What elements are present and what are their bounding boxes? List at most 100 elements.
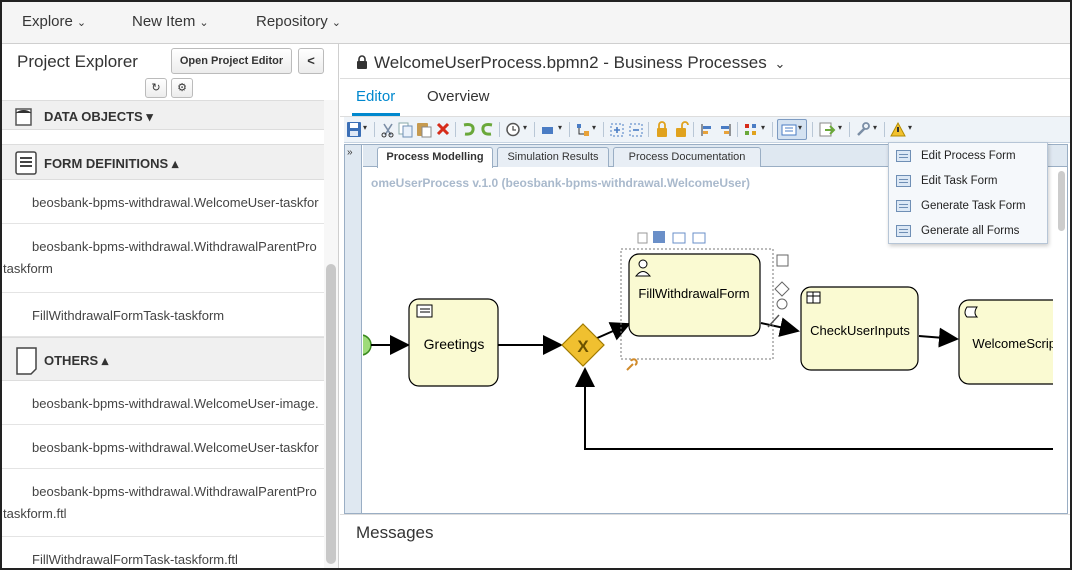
caret-down-icon[interactable]: ▾: [838, 123, 842, 132]
zoom-in-icon[interactable]: [609, 122, 625, 138]
scrollbar-thumb[interactable]: [1058, 171, 1065, 231]
tab-editor[interactable]: Editor: [356, 88, 395, 105]
explorer-scrollbar[interactable]: [324, 100, 338, 568]
tab-process-modelling[interactable]: Process Modelling: [377, 147, 493, 168]
caret-down-icon[interactable]: ▾: [558, 123, 562, 132]
list-item[interactable]: beosbank-bpms-withdrawal.WelcomeUser-tas…: [2, 180, 324, 224]
open-project-editor-button[interactable]: Open Project Editor: [171, 48, 292, 74]
lock-icon[interactable]: [654, 121, 670, 138]
canvas-scrollbar[interactable]: [1057, 169, 1066, 499]
editor-title-text: WelcomeUserProcess.bpmn2 - Business Proc…: [374, 53, 767, 72]
toolbar-separator: [737, 122, 738, 137]
menu-item-generate-task-form[interactable]: Generate Task Form: [889, 194, 1049, 219]
color-icon[interactable]: [743, 122, 759, 138]
toolbar-separator: [849, 122, 850, 137]
shape-icon[interactable]: [653, 231, 665, 243]
list-item[interactable]: FillWithdrawalFormTask-taskform: [2, 293, 324, 337]
list-item[interactable]: beosbank-bpms-withdrawal.WelcomeUser-ima…: [2, 381, 324, 425]
zoom-out-icon[interactable]: [628, 122, 644, 138]
collapse-panel-button[interactable]: <: [298, 48, 324, 74]
gateway-shape-icon[interactable]: [774, 281, 790, 297]
paste-icon[interactable]: [416, 121, 432, 138]
caret-down-icon[interactable]: ▾: [908, 123, 912, 132]
delete-icon[interactable]: [435, 121, 451, 137]
list-item[interactable]: beosbank-bpms-withdrawal.WelcomeUser-tas…: [2, 425, 324, 469]
scrollbar-thumb[interactable]: [326, 264, 336, 564]
event-shape-icon[interactable]: [776, 298, 788, 310]
explore-menu[interactable]: Explore ⌄: [22, 13, 86, 30]
caret-down-icon: ▾: [798, 123, 803, 132]
import-icon[interactable]: [818, 121, 836, 138]
settings-button[interactable]: ⚙: [171, 78, 193, 98]
fill-withdrawal-form-task[interactable]: FillWithdrawalForm: [628, 253, 761, 337]
new-item-menu[interactable]: New Item ⌄: [132, 13, 209, 30]
wrench-icon[interactable]: [626, 358, 638, 371]
section-data-objects[interactable]: DATA OBJECTS ▾: [2, 100, 324, 130]
unlock-icon[interactable]: [673, 121, 689, 138]
chevron-down-icon: ⌄: [76, 17, 87, 29]
menu-item-edit-process-form[interactable]: Edit Process Form: [889, 144, 1049, 169]
toolbar-separator: [884, 122, 885, 137]
shape-icon[interactable]: [637, 232, 648, 244]
gateway-symbol: X: [577, 337, 589, 356]
designer-toolbar: ▾ ▾ ▾ ▾ ▾ ▾ ▾ ▾ ▾: [344, 117, 1070, 143]
save-icon[interactable]: [346, 121, 362, 138]
warning-icon[interactable]: [890, 121, 906, 138]
wrench-icon[interactable]: [855, 121, 871, 138]
undo-icon[interactable]: [461, 122, 477, 137]
toolbar-separator: [374, 122, 375, 137]
section-form-definitions[interactable]: FORM DEFINITIONS ▴: [2, 144, 324, 180]
refresh-icon: ↻: [151, 82, 161, 94]
layout-icon[interactable]: [575, 122, 591, 138]
item-label: beosbank-bpms-withdrawal.WelcomeUser-tas…: [32, 440, 319, 455]
menu-item-label: Edit Process Form: [921, 150, 1016, 162]
list-item[interactable]: beosbank-bpms-withdrawal.WithdrawalParen…: [2, 224, 324, 293]
greetings-task[interactable]: Greetings: [408, 298, 499, 387]
tab-process-documentation[interactable]: Process Documentation: [613, 147, 761, 167]
cut-icon[interactable]: [380, 122, 396, 138]
repository-menu[interactable]: Repository ⌄: [256, 13, 341, 30]
sequence-flow[interactable]: [594, 322, 631, 341]
tab-overview[interactable]: Overview: [427, 88, 490, 105]
caret-down-icon[interactable]: ▾: [523, 123, 527, 132]
chevron-down-icon: ⌄: [331, 17, 341, 29]
caret-down-icon[interactable]: ▾: [592, 123, 596, 132]
form-definition-icon: [15, 151, 37, 175]
copy-icon[interactable]: [398, 122, 414, 138]
sequence-flow[interactable]: [760, 317, 800, 337]
exclusive-gateway[interactable]: X: [561, 323, 605, 367]
editor-title[interactable]: WelcomeUserProcess.bpmn2 - Business Proc…: [356, 53, 785, 73]
sequence-flow[interactable]: [918, 327, 959, 348]
shape-icon[interactable]: [672, 232, 686, 244]
redo-icon[interactable]: [479, 122, 495, 137]
caret-down-icon[interactable]: ▾: [363, 123, 367, 132]
caret-down-icon[interactable]: ▾: [761, 123, 765, 132]
gear-icon: ⚙: [177, 82, 187, 94]
shape-icon[interactable]: [692, 232, 706, 244]
expand-icon: »: [347, 147, 353, 158]
menu-item-generate-all-forms[interactable]: Generate all Forms: [889, 219, 1049, 244]
form-icon: [896, 150, 911, 162]
menu-item-label: Edit Task Form: [921, 175, 998, 187]
list-item[interactable]: FillWithdrawalFormTask-taskform.ftl: [2, 537, 324, 568]
chevron-down-icon: ⌄: [774, 56, 786, 71]
clock-icon[interactable]: [505, 122, 521, 137]
menu-item-label: Generate all Forms: [921, 225, 1020, 237]
refresh-button[interactable]: ↻: [145, 78, 167, 98]
shape-icon[interactable]: [776, 254, 789, 267]
form-icon: [896, 200, 911, 212]
form-menu-button[interactable]: ▾: [777, 119, 807, 140]
shape-icon[interactable]: [541, 124, 557, 136]
align-left-icon[interactable]: [699, 122, 715, 138]
welcome-script-task[interactable]: WelcomeScript: [958, 299, 1053, 385]
menu-item-edit-task-form[interactable]: Edit Task Form: [889, 169, 1049, 194]
caret-down-icon[interactable]: ▾: [873, 123, 877, 132]
list-item[interactable]: beosbank-bpms-withdrawal.WithdrawalParen…: [2, 469, 324, 537]
section-others[interactable]: OTHERS ▴: [2, 337, 324, 381]
toolbar-separator: [569, 122, 570, 137]
start-event[interactable]: [363, 334, 372, 356]
check-user-inputs-task[interactable]: CheckUserInputs: [800, 286, 919, 371]
align-right-icon[interactable]: [717, 122, 733, 138]
tab-simulation-results[interactable]: Simulation Results: [497, 147, 609, 167]
palette-expander[interactable]: »: [345, 145, 362, 513]
